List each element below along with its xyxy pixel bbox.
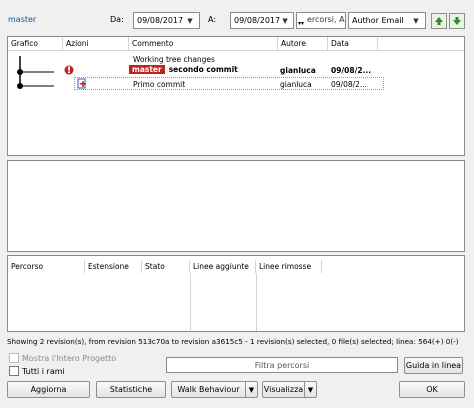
search-field-select[interactable]: Author Email ▼ (348, 12, 426, 29)
search-field-value: Author Email (352, 16, 404, 25)
chevron-down-icon[interactable]: ▼ (280, 14, 290, 27)
col-header-graph[interactable]: Grafico (8, 37, 63, 50)
to-label: A: (208, 15, 217, 24)
changed-files-list[interactable]: Percorso Estensione Stato Linee aggiunte… (7, 255, 465, 332)
search-options-icon[interactable]: ▾▾ (298, 20, 304, 27)
branch-link[interactable]: master (8, 15, 36, 24)
chevron-down-icon[interactable]: ▼ (245, 382, 257, 397)
commit-message-area[interactable] (7, 160, 465, 252)
row-author: gianluca (280, 66, 316, 75)
filter-paths-input[interactable]: Filtra percorsi (166, 357, 398, 373)
whole-project-checkbox[interactable] (9, 353, 19, 363)
chevron-down-icon[interactable]: ▼ (184, 14, 196, 27)
col-header-author[interactable]: Autore (278, 37, 328, 50)
chevron-down-icon[interactable]: ▼ (304, 382, 316, 397)
arrow-up-icon (435, 17, 443, 25)
help-button[interactable]: Guida in linea (404, 357, 463, 374)
filter-paths-placeholder: Filtra percorsi (254, 360, 310, 370)
statistics-button[interactable]: Statistiche (96, 381, 166, 398)
col-header-lines-removed[interactable]: Linee rimosse (256, 260, 322, 273)
chevron-down-icon[interactable]: ▼ (410, 14, 422, 27)
status-line: Showing 2 revision(s), from revision 513… (7, 337, 459, 346)
nav-down-button[interactable] (449, 13, 465, 29)
all-branches-label: Tutti i rami (22, 366, 65, 376)
from-date-picker[interactable]: 09/08/2017 ▼ (133, 12, 200, 29)
all-branches-checkbox[interactable] (9, 366, 19, 376)
branch-tag: master (129, 65, 165, 74)
whole-project-label: Mostra l'Intero Progetto (22, 353, 117, 363)
nav-up-button[interactable] (431, 13, 447, 29)
view-button[interactable]: Visualizza ▼ (262, 381, 317, 398)
revision-graph (17, 56, 54, 89)
col-header-extension[interactable]: Estensione (85, 260, 142, 273)
row-comment: Working tree changes (133, 55, 215, 64)
col-header-status[interactable]: Stato (142, 260, 190, 273)
working-tree-row[interactable]: Working tree changes (133, 55, 215, 64)
help-button-label: Guida in linea (405, 361, 462, 370)
row-date: 09/08/2... (331, 66, 372, 75)
ok-button[interactable]: OK (399, 381, 465, 398)
modified-icon (63, 64, 75, 76)
refresh-button-label: Aggiorna (30, 385, 67, 394)
search-input[interactable]: ercorsi, Autor ▾▾ (296, 12, 346, 29)
from-label: Da: (110, 15, 124, 24)
col-header-comment[interactable]: Commento (129, 37, 278, 50)
walk-behaviour-button[interactable]: Walk Behaviour ▼ (171, 381, 258, 398)
col-header-date[interactable]: Data (328, 37, 378, 50)
from-date-value: 09/08/2017 (137, 16, 184, 25)
revision-log-list[interactable]: Grafico Azioni Commento Autore Data Work… (7, 36, 465, 156)
whole-project-option[interactable]: Mostra l'Intero Progetto (9, 353, 116, 363)
log-row-selected[interactable]: master secondo commit (129, 65, 238, 74)
arrow-down-icon (453, 17, 461, 25)
col-header-lines-added[interactable]: Linee aggiunte (190, 260, 256, 273)
ok-button-label: OK (426, 385, 438, 394)
col-header-path[interactable]: Percorso (8, 260, 85, 273)
to-date-value: 09/08/2017 (234, 16, 281, 25)
walk-behaviour-label: Walk Behaviour (177, 385, 240, 394)
view-button-label: Visualizza (263, 385, 304, 394)
to-date-picker[interactable]: 09/08/2017 ▼ (230, 12, 294, 29)
search-placeholder: ercorsi, Autor (307, 15, 345, 24)
all-branches-option[interactable]: Tutti i rami (9, 366, 65, 376)
statistics-button-label: Statistiche (109, 385, 153, 394)
row-comment: secondo commit (168, 65, 238, 74)
col-header-actions[interactable]: Azioni (63, 37, 129, 50)
refresh-button[interactable]: Aggiorna (7, 381, 90, 398)
